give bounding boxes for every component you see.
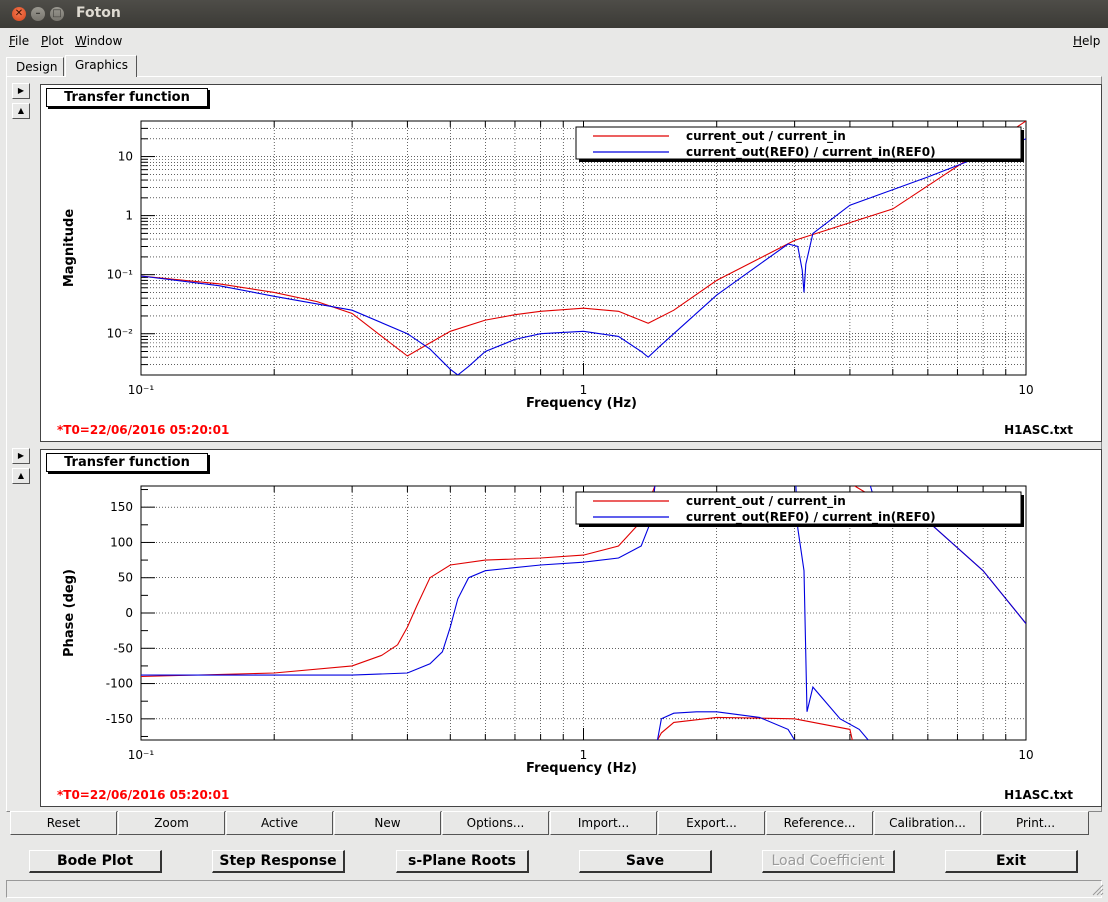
menu-help[interactable]: Help <box>1073 34 1100 48</box>
x-tick-label: 1 <box>580 383 588 397</box>
title-bar: ✕ – □ Foton <box>0 0 1108 28</box>
reference-button[interactable]: Reference... <box>766 811 873 835</box>
time-stamp: *T0=22/06/2016 05:20:01 <box>57 423 230 437</box>
y-tick-label: 0 <box>125 606 133 620</box>
tab-graphics[interactable]: Graphics <box>65 55 137 77</box>
x-tick-label: 1 <box>580 748 588 762</box>
x-axis-label: Frequency (Hz) <box>526 761 637 776</box>
y-tick-label: 1 <box>125 209 133 223</box>
plot-title: Transfer function <box>46 88 208 107</box>
pad1-collapse-arrow-icon[interactable]: ▲ <box>12 103 30 119</box>
window-title: Foton <box>76 5 121 21</box>
legend-entry: current_out(REF0) / current_in(REF0) <box>686 145 936 160</box>
menu-window[interactable]: Window <box>75 34 122 48</box>
tab-design[interactable]: Design <box>6 57 64 77</box>
pad2-expand-arrow-icon[interactable]: ▶ <box>12 448 30 464</box>
minimize-window-icon[interactable]: – <box>31 7 45 21</box>
close-window-icon[interactable]: ✕ <box>12 7 26 21</box>
y-tick-label: 10 <box>118 150 133 164</box>
zoom-button[interactable]: Zoom <box>118 811 225 835</box>
exit-button[interactable]: Exit <box>945 850 1078 873</box>
x-tick-label: 10⁻¹ <box>128 383 155 397</box>
y-tick-label: -50 <box>113 641 133 655</box>
calibration-button[interactable]: Calibration... <box>874 811 981 835</box>
time-stamp: *T0=22/06/2016 05:20:01 <box>57 788 230 802</box>
options-button[interactable]: Options... <box>442 811 549 835</box>
y-tick-label: 10⁻¹ <box>107 268 134 282</box>
menu-file[interactable]: File <box>9 34 29 48</box>
phase-plot[interactable]: 10⁻¹ 1 10 150 100 50 0 -50 -100 -150 Frequency (Hz… <box>41 450 1101 806</box>
file-name: H1ASC.txt <box>1004 423 1073 437</box>
active-button[interactable]: Active <box>226 811 333 835</box>
y-tick-label: 10⁻² <box>107 327 134 341</box>
legend-entry: current_out / current_in <box>686 494 846 509</box>
reset-button[interactable]: Reset <box>10 811 117 835</box>
file-name: H1ASC.txt <box>1004 788 1073 802</box>
plot-toolbar: Reset Zoom Active New Options... Import.… <box>10 811 1090 835</box>
legend-entry: current_out(REF0) / current_in(REF0) <box>686 510 936 525</box>
export-button[interactable]: Export... <box>658 811 765 835</box>
x-axis-label: Frequency (Hz) <box>526 396 637 411</box>
y-axis-label: Magnitude <box>62 209 77 288</box>
status-bar <box>6 880 1102 898</box>
x-tick-label: 10 <box>1018 748 1033 762</box>
y-axis-label: Phase (deg) <box>62 569 77 657</box>
phase-plot-pad[interactable]: 10⁻¹ 1 10 150 100 50 0 -50 -100 -150 Frequency (Hz… <box>40 449 1102 807</box>
maximize-window-icon[interactable]: □ <box>50 7 64 21</box>
legend: current_out / current_incurrent_out(REF0… <box>575 491 1024 527</box>
x-tick-label: 10 <box>1018 383 1033 397</box>
y-tick-label: -100 <box>106 677 133 691</box>
import-button[interactable]: Import... <box>550 811 657 835</box>
y-tick-label: -150 <box>106 712 133 726</box>
legend-entry: current_out / current_in <box>686 129 846 144</box>
resize-grip-icon[interactable] <box>1092 884 1104 896</box>
plot-title: Transfer function <box>46 453 208 472</box>
s-plane-roots-button[interactable]: s-Plane Roots <box>396 850 529 873</box>
legend: current_out / current_incurrent_out(REF0… <box>575 126 1024 162</box>
magnitude-plot[interactable]: 10⁻¹ 1 10 10 1 10⁻¹ 10⁻² Frequency (Hz) Magnitud… <box>41 85 1101 441</box>
step-response-button[interactable]: Step Response <box>212 850 345 873</box>
y-tick-label: 150 <box>110 500 133 514</box>
print-button[interactable]: Print... <box>982 811 1089 835</box>
menu-bar: File Plot Window Help <box>0 30 1108 52</box>
y-tick-label: 100 <box>110 535 133 549</box>
x-tick-label: 10⁻¹ <box>128 748 155 762</box>
menu-plot[interactable]: Plot <box>41 34 64 48</box>
pad1-expand-arrow-icon[interactable]: ▶ <box>12 83 30 99</box>
magnitude-plot-pad[interactable]: 10⁻¹ 1 10 10 1 10⁻¹ 10⁻² Frequency (Hz) Magnitud… <box>40 84 1102 442</box>
bode-plot-button[interactable]: Bode Plot <box>29 850 162 873</box>
new-button[interactable]: New <box>334 811 441 835</box>
load-coefficient-button: Load Coefficient <box>762 850 895 873</box>
save-button[interactable]: Save <box>579 850 712 873</box>
y-tick-label: 50 <box>118 571 133 585</box>
pad2-collapse-arrow-icon[interactable]: ▲ <box>12 468 30 484</box>
